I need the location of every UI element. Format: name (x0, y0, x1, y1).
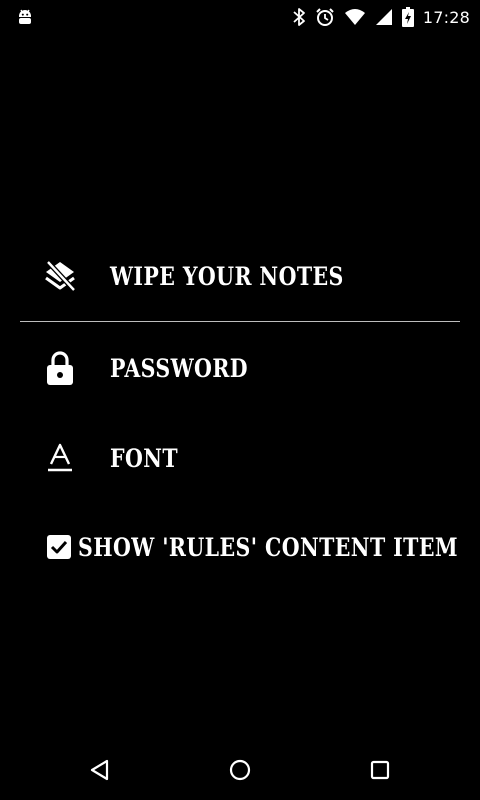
layers-clear-icon (40, 256, 80, 296)
password-label: PASSWORD (110, 353, 248, 383)
divider (20, 321, 460, 322)
password-item[interactable]: PASSWORD (40, 338, 460, 398)
back-icon[interactable] (80, 750, 120, 790)
wipe-notes-item[interactable]: WIPE YOUR NOTES (40, 246, 460, 306)
font-item[interactable]: FONT (40, 428, 460, 488)
navigation-bar (0, 740, 480, 800)
recents-icon[interactable] (360, 750, 400, 790)
home-icon[interactable] (220, 750, 260, 790)
text-format-icon (40, 438, 80, 478)
wipe-notes-label: WIPE YOUR NOTES (110, 261, 344, 291)
show-rules-checkbox-row[interactable]: SHOW 'RULES' CONTENT ITEM (46, 522, 480, 572)
settings-menu: WIPE YOUR NOTES PASSWORD FONT SHOW 'RULE… (0, 0, 480, 740)
lock-icon (40, 348, 80, 388)
font-label: FONT (110, 443, 179, 473)
checkbox-checked-icon[interactable] (46, 534, 72, 560)
show-rules-label: SHOW 'RULES' CONTENT ITEM (78, 532, 458, 562)
